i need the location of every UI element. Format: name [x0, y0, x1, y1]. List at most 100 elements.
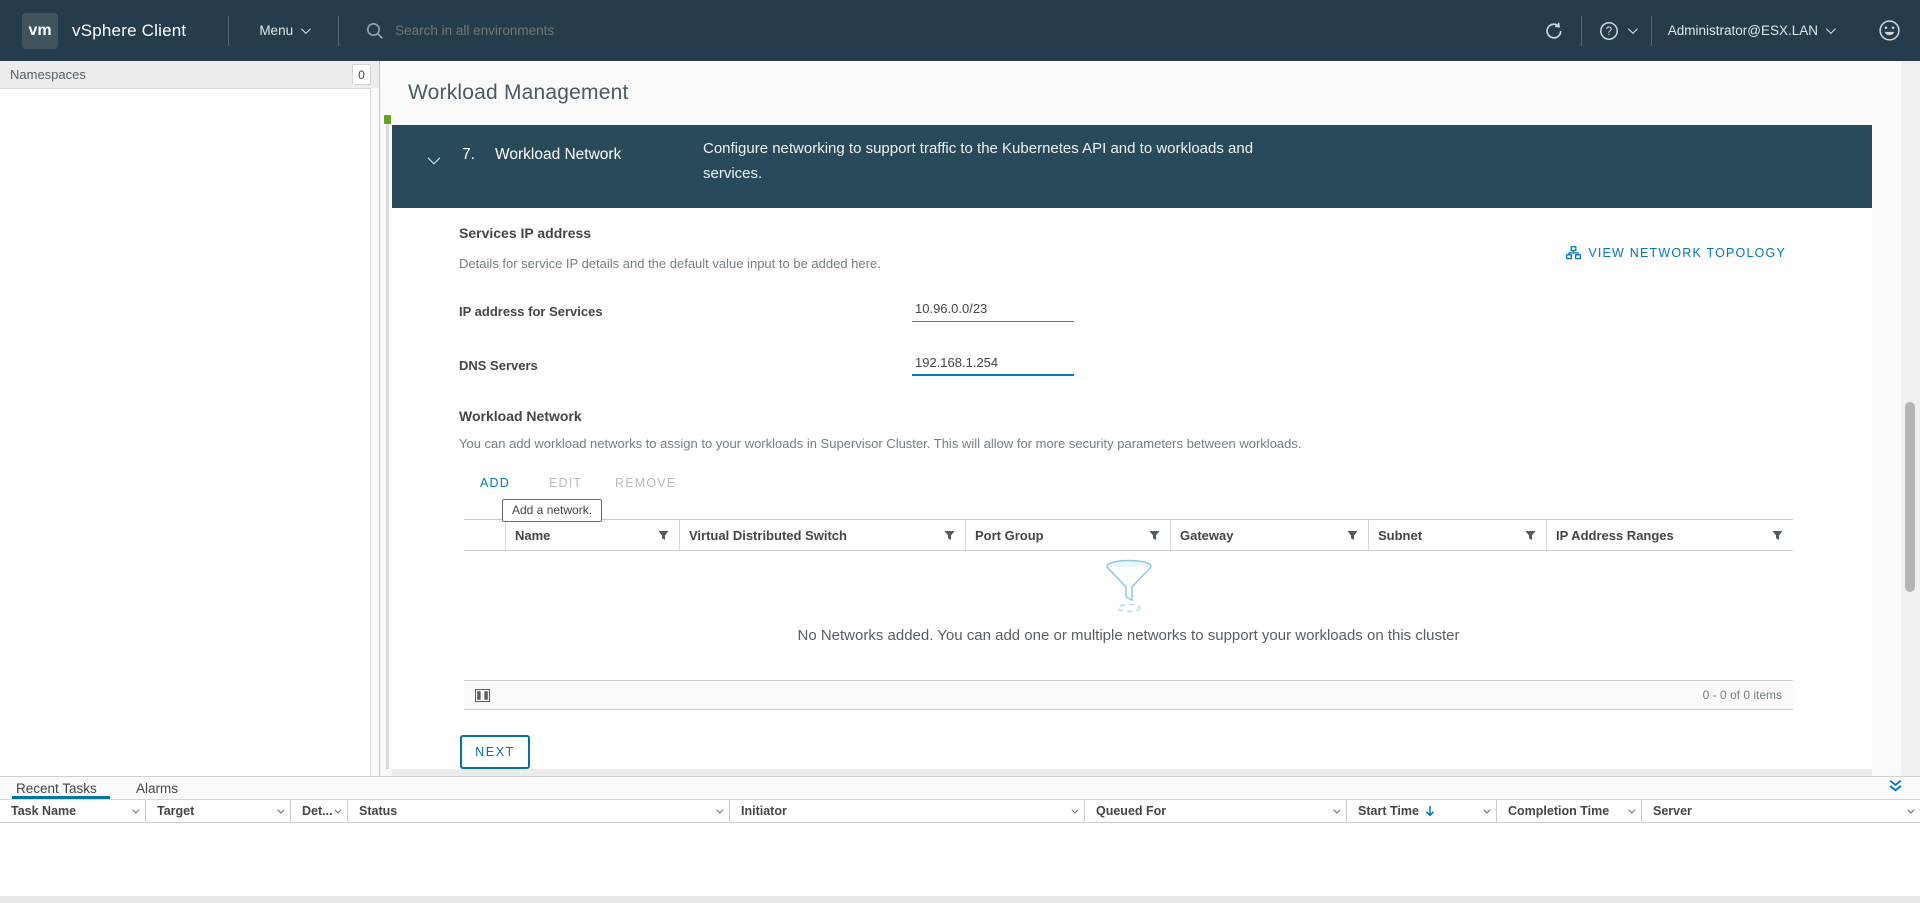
divider [228, 15, 230, 46]
namespaces-count-badge: 0 [352, 64, 371, 85]
tab-alarms[interactable]: Alarms [136, 781, 178, 796]
tasks-tabs: Recent Tasks Alarms [0, 777, 1920, 799]
divider [1650, 15, 1652, 46]
refresh-icon[interactable] [1543, 20, 1565, 42]
services-ip-heading: Services IP address [459, 225, 592, 241]
task-col-details: Det... [291, 800, 348, 822]
sidebar-header: Namespaces 0 [0, 61, 379, 88]
header-cell-name: Name [505, 520, 679, 550]
add-network-button[interactable]: ADD [480, 476, 510, 490]
task-col-queued-for: Queued For [1085, 800, 1347, 822]
menu-button[interactable]: Menu [259, 23, 311, 38]
user-label: Administrator@ESX.LAN [1667, 23, 1818, 38]
tab-recent-tasks[interactable]: Recent Tasks [16, 781, 97, 796]
sidebar-header-label: Namespaces [10, 67, 86, 82]
filter-icon[interactable] [1149, 530, 1160, 541]
sort-desc-icon[interactable] [1425, 805, 1435, 817]
column-menu-icon[interactable] [1907, 806, 1915, 814]
ip-for-services-input[interactable] [912, 296, 1074, 322]
task-col-status: Status [348, 800, 730, 822]
column-menu-icon[interactable] [716, 806, 724, 814]
column-menu-icon[interactable] [277, 806, 285, 814]
help-icon: ? [1599, 21, 1618, 40]
main-content: Workload Management 7. Workload Network … [380, 61, 1920, 776]
services-ip-description: Details for service IP details and the d… [459, 256, 881, 271]
workload-network-heading: Workload Network [459, 408, 582, 424]
workload-network-description: You can add workload networks to assign … [459, 436, 1302, 451]
feedback-smiley-icon[interactable] [1877, 18, 1902, 43]
tasks-table-header: Task Name Target Det... Status Initiator… [0, 799, 1920, 823]
view-network-topology-link[interactable]: VIEW NETWORK TOPOLOGY [1566, 246, 1786, 260]
task-col-initiator: Initiator [730, 800, 1085, 822]
collapse-chevron-icon[interactable] [427, 151, 441, 169]
app-title: vSphere Client [72, 20, 187, 40]
top-navigation-bar: vm vSphere Client Menu ? Administrator@E… [0, 0, 1920, 61]
tasks-table-body [0, 823, 1920, 896]
add-network-tooltip: Add a network. [502, 499, 603, 522]
dns-servers-input[interactable] [912, 350, 1074, 376]
next-button[interactable]: NEXT [460, 735, 530, 769]
search-icon [365, 21, 385, 41]
step-title: Workload Network [495, 146, 622, 163]
filter-icon[interactable] [658, 530, 669, 541]
header-cell-vds: Virtual Distributed Switch [679, 520, 965, 550]
search-input[interactable] [395, 23, 696, 38]
namespaces-sidebar: Namespaces 0 [0, 61, 380, 776]
chevron-down-icon [301, 24, 311, 35]
filter-icon[interactable] [1347, 530, 1358, 541]
divider [338, 15, 340, 46]
task-col-task-name: Task Name [0, 800, 146, 822]
namespaces-tree-panel [0, 88, 371, 776]
chevron-down-icon [1825, 24, 1836, 35]
column-settings-icon[interactable] [475, 688, 490, 702]
filter-icon[interactable] [944, 530, 955, 541]
empty-funnel-icon [1105, 559, 1152, 613]
filter-icon[interactable] [1772, 530, 1783, 541]
header-cell-port-group: Port Group [965, 520, 1170, 550]
task-col-start-time: Start Time [1347, 800, 1497, 822]
wizard-step-header[interactable]: 7. Workload Network Configure networking… [392, 125, 1872, 208]
topology-icon [1566, 246, 1582, 260]
svg-text:?: ? [1606, 26, 1612, 38]
main-scrollbar[interactable] [1901, 61, 1920, 776]
networks-table-empty-state: No Networks added. You can add one or mu… [464, 551, 1793, 680]
task-col-completion-time: Completion Time [1497, 800, 1642, 822]
header-cell-empty [464, 520, 505, 550]
header-cell-gateway: Gateway [1170, 520, 1368, 550]
step-description: Configure networking to support traffic … [703, 140, 1254, 182]
networks-table: Name Virtual Distributed Switch Port Gro… [464, 519, 1793, 710]
main-scrollbar-thumb[interactable] [1905, 402, 1915, 592]
filter-icon[interactable] [1525, 530, 1536, 541]
networks-table-footer: 0 - 0 of 0 items [464, 680, 1793, 710]
divider [1580, 15, 1582, 46]
bottom-scrollbar-track[interactable] [0, 896, 1920, 903]
column-menu-icon[interactable] [1333, 806, 1341, 814]
page-title: Workload Management [408, 81, 629, 104]
dns-servers-label: DNS Servers [459, 358, 538, 373]
column-menu-icon[interactable] [1483, 806, 1491, 814]
completed-step-indicator [384, 115, 391, 124]
chevron-down-icon [1627, 24, 1638, 35]
ip-for-services-label: IP address for Services [459, 304, 603, 319]
edit-network-button[interactable]: EDIT [549, 476, 582, 490]
task-col-server: Server [1642, 800, 1920, 822]
column-menu-icon[interactable] [334, 806, 342, 814]
next-section-edge [392, 769, 1872, 776]
column-menu-icon[interactable] [1071, 806, 1079, 814]
user-menu[interactable]: Administrator@ESX.LAN [1667, 23, 1836, 38]
column-menu-icon[interactable] [132, 806, 140, 814]
task-col-target: Target [146, 800, 291, 822]
help-menu[interactable]: ? [1598, 20, 1638, 42]
networks-table-header: Name Virtual Distributed Switch Port Gro… [464, 519, 1793, 551]
wizard-step-rail [386, 115, 389, 769]
tasks-panel: Recent Tasks Alarms Task Name Target Det… [0, 776, 1920, 903]
step-number: 7. [462, 146, 475, 163]
collapse-panel-icon[interactable] [1887, 779, 1904, 793]
remove-network-button[interactable]: REMOVE [615, 476, 676, 490]
empty-message: No Networks added. You can add one or mu… [797, 627, 1460, 644]
header-cell-ip-ranges: IP Address Ranges [1546, 520, 1793, 550]
wizard-step-body: Services IP address Details for service … [392, 208, 1872, 776]
vmware-logo[interactable]: vm [22, 12, 58, 49]
column-menu-icon[interactable] [1628, 806, 1636, 814]
items-count: 0 - 0 of 0 items [1702, 688, 1782, 702]
